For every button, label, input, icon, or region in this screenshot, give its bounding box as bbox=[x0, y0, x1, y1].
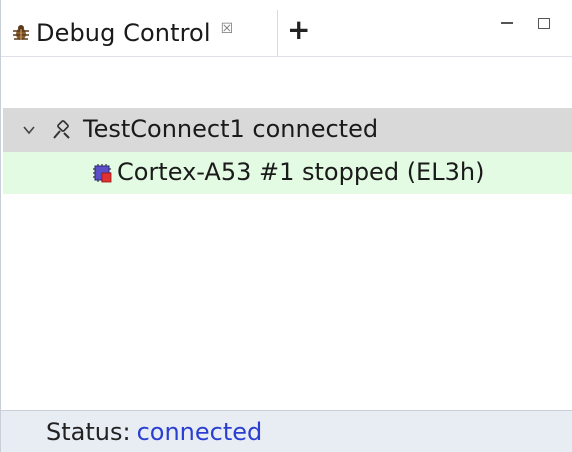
cpu-core-icon bbox=[91, 162, 113, 184]
tab-label: Debug Control bbox=[36, 19, 211, 47]
add-tab-button[interactable]: + bbox=[287, 16, 310, 44]
chevron-down-icon[interactable] bbox=[23, 124, 35, 136]
tree-row-core[interactable]: Cortex-A53 #1 stopped (EL3h) bbox=[3, 152, 572, 194]
connection-label: TestConnect1 connected bbox=[83, 115, 379, 143]
status-value: connected bbox=[136, 417, 263, 446]
debug-toolbar: 3 si bbox=[1, 56, 572, 150]
debug-control-view: Debug Control ☒ + TestConnect1 connected… bbox=[0, 0, 572, 452]
view-tab-bar: Debug Control ☒ + bbox=[1, 0, 572, 57]
maximize-button[interactable] bbox=[538, 18, 550, 29]
close-icon[interactable]: ☒ bbox=[221, 21, 234, 37]
status-label: Status: bbox=[46, 417, 131, 446]
status-bar: Status: connected bbox=[1, 410, 572, 452]
core-label: Cortex-A53 #1 stopped (EL3h) bbox=[117, 158, 485, 186]
tree-row-connection[interactable]: TestConnect1 connected bbox=[3, 108, 572, 152]
minimize-button[interactable] bbox=[501, 22, 513, 24]
connection-icon bbox=[49, 118, 73, 142]
bug-icon bbox=[11, 23, 31, 43]
tab-debug-control[interactable]: Debug Control ☒ bbox=[3, 10, 278, 56]
